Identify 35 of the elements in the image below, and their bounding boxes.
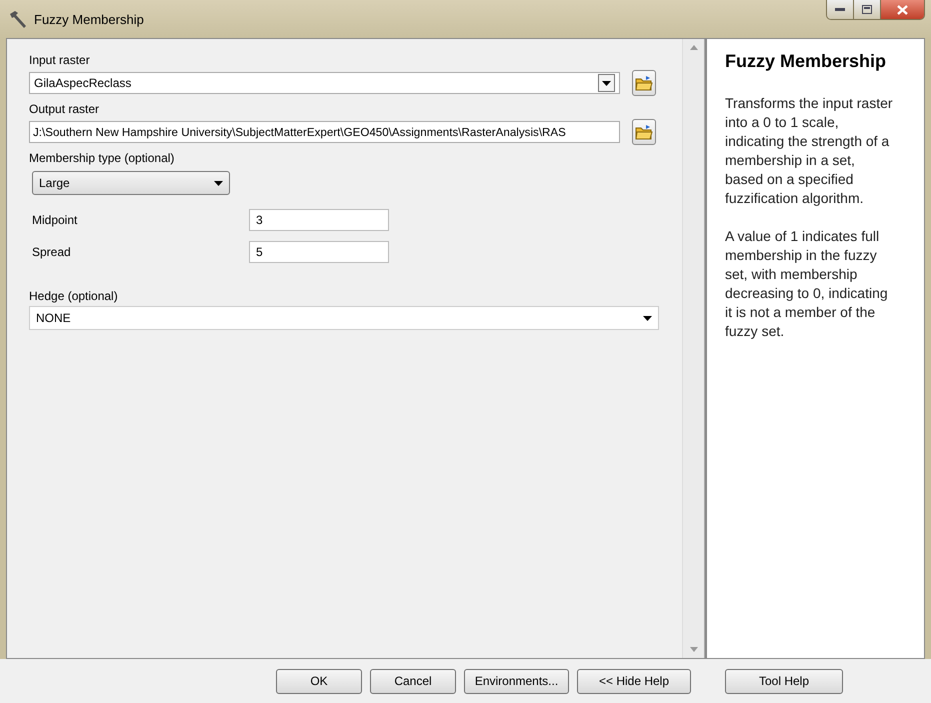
dropdown[interactable]: NONE — [29, 306, 659, 330]
window-title: Fuzzy Membership — [34, 12, 144, 26]
hammer-icon — [8, 10, 28, 28]
field-label: Input raster — [29, 53, 90, 67]
minimize-icon — [835, 8, 845, 12]
input-field[interactable]: 5 — [249, 241, 389, 263]
input-field[interactable]: GilaAspecReclass — [29, 72, 620, 94]
field-label: Output raster — [29, 102, 100, 116]
help-paragraph: Transforms the input raster into a 0 to 1 scale, indicating the strength of a membership in a set, based on a specified fuzzification algorithm. — [725, 94, 894, 208]
dialog-button[interactable]: Environments... — [464, 668, 569, 694]
browse-button[interactable] — [632, 119, 656, 145]
maximize-button[interactable] — [854, 0, 881, 19]
close-button[interactable] — [881, 0, 924, 19]
folder-icon — [635, 75, 653, 91]
browse-button[interactable] — [632, 70, 656, 96]
close-icon — [897, 4, 908, 14]
caret-icon — [214, 180, 223, 186]
help-title: Fuzzy Membership — [725, 51, 888, 72]
help-paragraph: A value of 1 indicates full membership in the fuzzy set, with membership decreasing to 0, indicating it is not a member of the fuzzy set. — [725, 227, 889, 341]
folder-icon — [635, 124, 653, 140]
minimize-button[interactable] — [827, 0, 854, 19]
input-field[interactable]: 3 — [249, 209, 389, 231]
input-field[interactable]: J:\Southern New Hampshire University\SubjectMatterExpert\GEO450\Assignments\RasterAnalysis\RAS — [29, 121, 620, 143]
field-label: Hedge (optional) — [29, 289, 118, 303]
dropdown[interactable]: Large — [32, 171, 230, 195]
maximize-icon — [862, 5, 872, 14]
dialog-button[interactable]: Tool Help — [725, 668, 843, 694]
dialog-button[interactable]: OK — [276, 668, 362, 694]
caret-icon — [643, 316, 652, 320]
field-label: Midpoint — [32, 213, 78, 227]
field-label: Spread — [32, 245, 72, 259]
dialog-button[interactable]: Cancel — [370, 668, 456, 694]
caret-icon — [602, 80, 611, 86]
dialog-button[interactable]: << Hide Help — [577, 668, 691, 694]
field-label: Membership type (optional) — [29, 151, 174, 165]
